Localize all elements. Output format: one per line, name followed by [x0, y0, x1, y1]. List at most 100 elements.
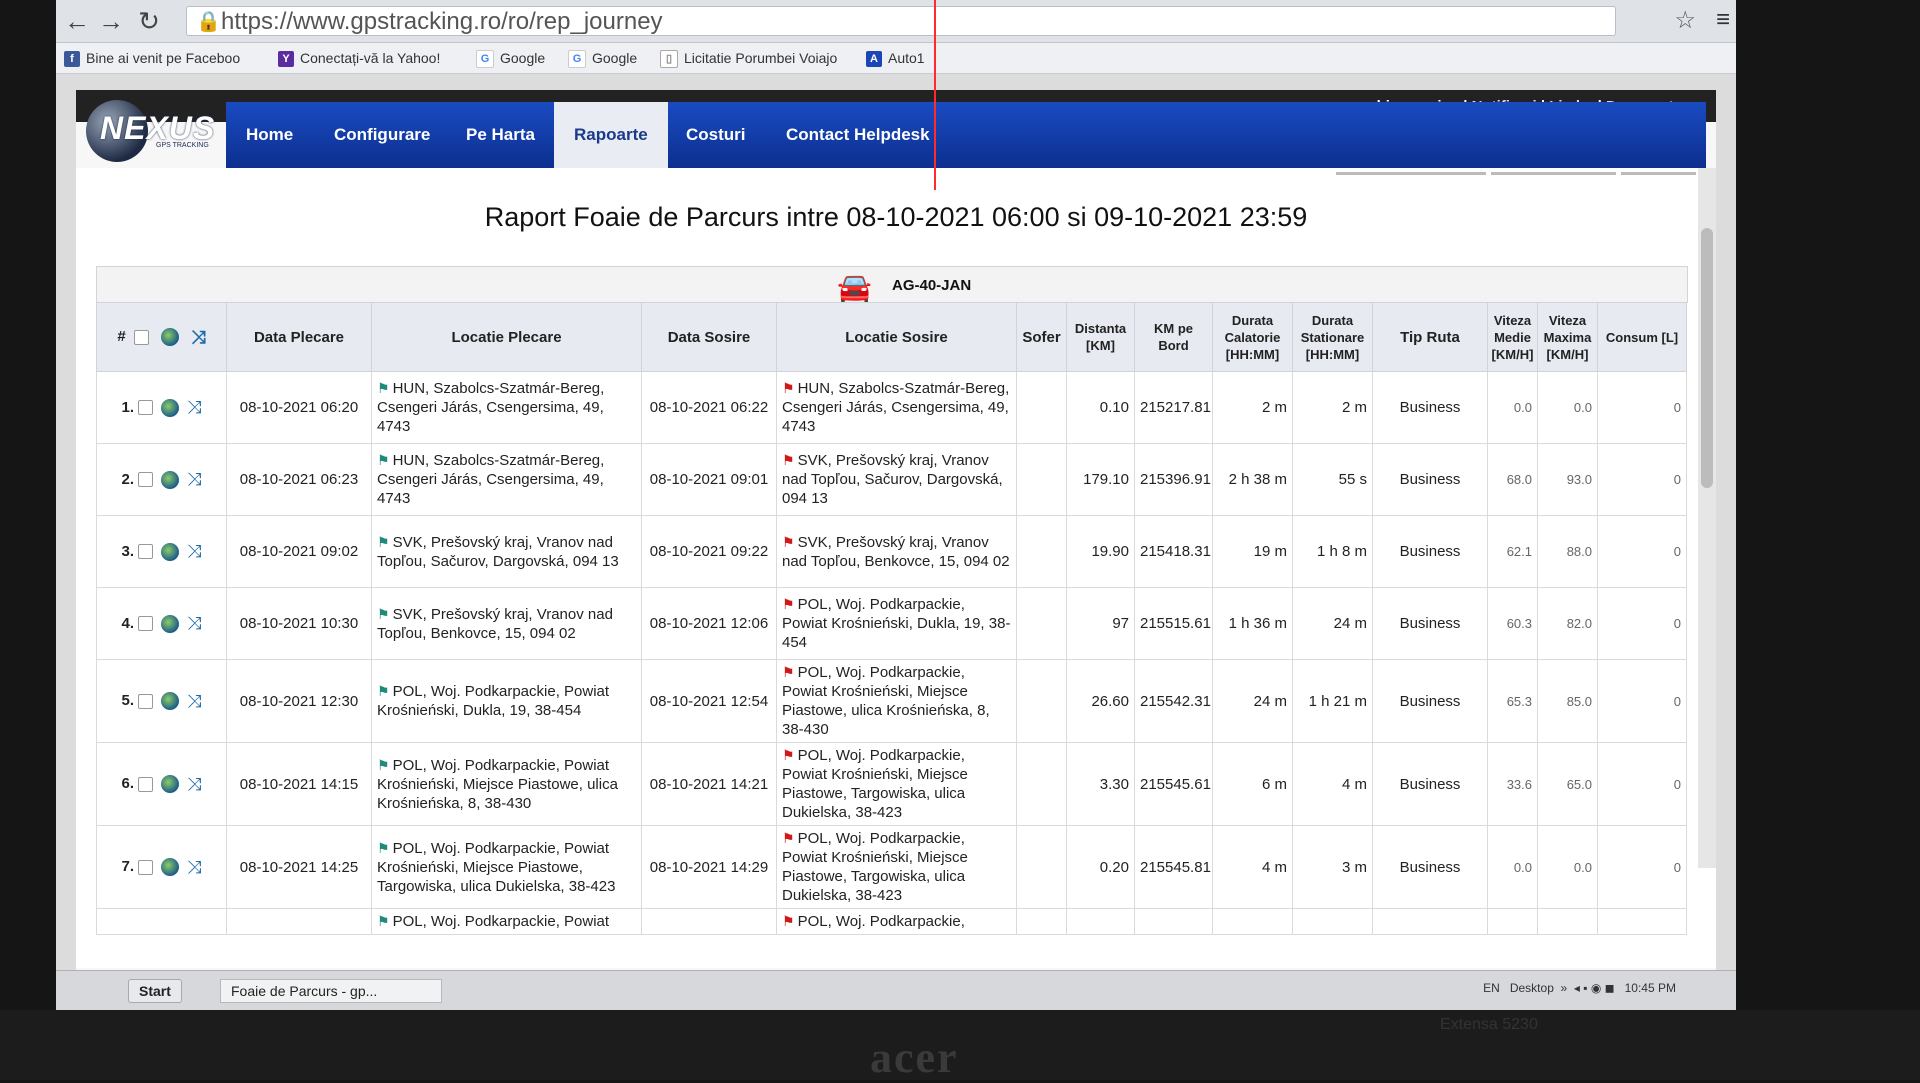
- nav-rapoarte[interactable]: Rapoarte: [554, 102, 668, 168]
- row-checkbox[interactable]: [138, 472, 154, 488]
- start-flag-icon: ⚑: [377, 913, 390, 929]
- bookmark-item[interactable]: G Google: [568, 50, 637, 69]
- cell-distanta: 0.20: [1066, 825, 1135, 909]
- language-indicator[interactable]: EN: [1483, 981, 1500, 995]
- cell-viteza-medie: 68.0: [1487, 443, 1538, 516]
- cell-locatie-plecare: ⚑ SVK, Prešovský kraj, Vranov nad Topľou,…: [371, 587, 642, 660]
- table-row[interactable]: 7. ⤨ 08-10-2021 14:25 ⚑ POL, Woj. Podkarpack…: [96, 825, 1687, 909]
- cell-data-sosire: 08-10-2021 09:01: [641, 443, 777, 516]
- globe-icon[interactable]: [161, 692, 180, 711]
- col-tip-ruta[interactable]: Tip Ruta: [1372, 302, 1488, 372]
- vehicle-plate: AG-40-JAN: [892, 277, 972, 294]
- cell-distanta: 0.10: [1066, 371, 1135, 444]
- table-row[interactable]: 4. ⤨ 08-10-2021 10:30 ⚑ SVK, Prešovský kraj,…: [96, 587, 1687, 660]
- bookmark-item[interactable]: Y Conectați-vă la Yahoo!: [278, 50, 440, 68]
- globe-icon[interactable]: [161, 858, 180, 877]
- cell-data-plecare: 08-10-2021 12:30: [226, 659, 372, 743]
- nav-configurare[interactable]: Configurare: [314, 102, 450, 168]
- row-checkbox[interactable]: [138, 693, 154, 709]
- table-row[interactable]: 2. ⤨ 08-10-2021 06:23 ⚑ HUN, Szabolcs-Szatmá…: [96, 443, 1687, 516]
- cell-distanta: 3.30: [1066, 742, 1135, 826]
- cell-durata-calatorie: 19 m: [1212, 515, 1293, 588]
- cell-locatie-sosire: ⚑ POL, Woj. Podkarpackie, Powiat Krośnień…: [776, 742, 1017, 826]
- scrollbar-thumb[interactable]: [1701, 228, 1713, 488]
- bookmark-item[interactable]: A Auto1: [866, 50, 925, 68]
- row-checkbox[interactable]: [138, 544, 154, 560]
- row-checkbox[interactable]: [138, 616, 154, 632]
- route-icon[interactable]: ⤨: [187, 774, 201, 794]
- bookmark-star-icon[interactable]: ☆: [1674, 6, 1696, 35]
- bookmark-item[interactable]: f Bine ai venit pe Faceboo: [64, 50, 240, 68]
- col-durata-stationare[interactable]: Durata Stationare [HH:MM]: [1292, 302, 1373, 372]
- col-sofer[interactable]: Sofer: [1016, 302, 1067, 372]
- route-icon[interactable]: ⤨: [187, 469, 201, 489]
- cell-data-sosire: 08-10-2021 09:22: [641, 515, 777, 588]
- col-viteza-maxima[interactable]: Viteza Maxima [KM/H]: [1537, 302, 1598, 372]
- col-viteza-medie[interactable]: Viteza Medie [KM/H]: [1487, 302, 1538, 372]
- screen: ← → ↻ 🔒 https://www.gpstracking.ro/ro/re…: [56, 0, 1736, 1010]
- cell-locatie-plecare: ⚑ HUN, Szabolcs-Szatmár-Bereg, Csengeri J…: [371, 371, 642, 444]
- cell-viteza-maxima: 82.0: [1537, 587, 1598, 660]
- cell-data-plecare: 08-10-2021 14:25: [226, 825, 372, 909]
- globe-icon[interactable]: [161, 614, 180, 633]
- cell-durata-calatorie: 4 m: [1212, 825, 1293, 909]
- nexus-logo[interactable]: NEXUS GPS TRACKING: [86, 100, 216, 170]
- start-button[interactable]: Start: [128, 979, 182, 1003]
- end-flag-icon: ⚑: [782, 380, 795, 396]
- table-row[interactable]: 3. ⤨ 08-10-2021 09:02 ⚑ SVK, Prešovský kraj,…: [96, 515, 1687, 588]
- cell-locatie-sosire: ⚑ POL, Woj. Podkarpackie, Powiat Krośnień…: [776, 587, 1017, 660]
- cell-tip-ruta: Business: [1372, 742, 1488, 826]
- globe-icon[interactable]: [161, 775, 180, 794]
- cell-durata-stationare: 1 h 21 m: [1292, 659, 1373, 743]
- cell-tip-ruta: Business: [1372, 659, 1488, 743]
- col-consum[interactable]: Consum [L]: [1597, 302, 1687, 372]
- address-bar[interactable]: 🔒 https://www.gpstracking.ro/ro/rep_jour…: [186, 6, 1616, 36]
- forward-icon[interactable]: →: [96, 6, 126, 37]
- row-checkbox[interactable]: [138, 776, 154, 792]
- route-icon[interactable]: ⤨: [187, 613, 201, 633]
- nav-pe-harta[interactable]: Pe Harta: [446, 102, 555, 168]
- reload-icon[interactable]: ↻: [134, 6, 164, 37]
- taskbar-item[interactable]: Foaie de Parcurs - gp...: [220, 979, 442, 1003]
- cell-data-sosire: 08-10-2021 12:06: [641, 587, 777, 660]
- col-durata-calatorie[interactable]: Durata Calatorie [HH:MM]: [1212, 302, 1293, 372]
- table-row[interactable]: 5. ⤨ 08-10-2021 12:30 ⚑ POL, Woj. Podkarpack…: [96, 659, 1687, 743]
- menu-icon[interactable]: ≡: [1716, 6, 1730, 34]
- col-data-sosire[interactable]: Data Sosire: [641, 302, 777, 372]
- desktop-toolbar[interactable]: Desktop: [1510, 981, 1554, 995]
- vertical-scrollbar[interactable]: [1698, 168, 1716, 868]
- cell-tip-ruta: Business: [1372, 515, 1488, 588]
- end-flag-icon: ⚑: [782, 747, 795, 763]
- table-row[interactable]: 1. ⤨ 08-10-2021 06:20 ⚑ HUN, Szabolcs-Szatmá…: [96, 371, 1687, 444]
- back-icon[interactable]: ←: [62, 6, 92, 37]
- row-checkbox[interactable]: [138, 859, 154, 875]
- col-locatie-plecare[interactable]: Locatie Plecare: [371, 302, 642, 372]
- globe-icon[interactable]: [161, 328, 180, 347]
- end-flag-icon: ⚑: [782, 913, 795, 929]
- col-distanta[interactable]: Distanta [KM]: [1066, 302, 1135, 372]
- cell-data-plecare: 08-10-2021 06:23: [226, 443, 372, 516]
- route-icon[interactable]: ⤨: [187, 541, 201, 561]
- nav-costuri[interactable]: Costuri: [666, 102, 766, 168]
- route-icon[interactable]: ⤨: [191, 327, 205, 347]
- route-icon[interactable]: ⤨: [187, 857, 201, 877]
- table-row[interactable]: 6. ⤨ 08-10-2021 14:15 ⚑ POL, Woj. Podkarpack…: [96, 742, 1687, 826]
- select-all-checkbox[interactable]: [133, 329, 149, 345]
- cell-sofer: [1016, 587, 1067, 660]
- row-checkbox[interactable]: [138, 400, 154, 416]
- cell-distanta: 26.60: [1066, 659, 1135, 743]
- route-icon[interactable]: ⤨: [187, 691, 201, 711]
- col-km-bord[interactable]: KM pe Bord: [1134, 302, 1213, 372]
- globe-icon[interactable]: [161, 398, 180, 417]
- nav-home[interactable]: Home: [226, 102, 313, 168]
- bookmark-item[interactable]: ▯ Licitatie Porumbei Voiajo: [660, 50, 837, 69]
- cell-distanta: 97: [1066, 587, 1135, 660]
- col-data-plecare[interactable]: Data Plecare: [226, 302, 372, 372]
- report-content: Raport Foaie de Parcurs intre 08-10-2021…: [76, 168, 1716, 968]
- globe-icon[interactable]: [161, 542, 180, 561]
- route-icon[interactable]: ⤨: [187, 397, 201, 417]
- nav-contact-helpdesk[interactable]: Contact Helpdesk: [766, 102, 950, 168]
- bookmark-item[interactable]: G Google: [476, 50, 545, 69]
- col-locatie-sosire[interactable]: Locatie Sosire: [776, 302, 1017, 372]
- globe-icon[interactable]: [161, 470, 180, 489]
